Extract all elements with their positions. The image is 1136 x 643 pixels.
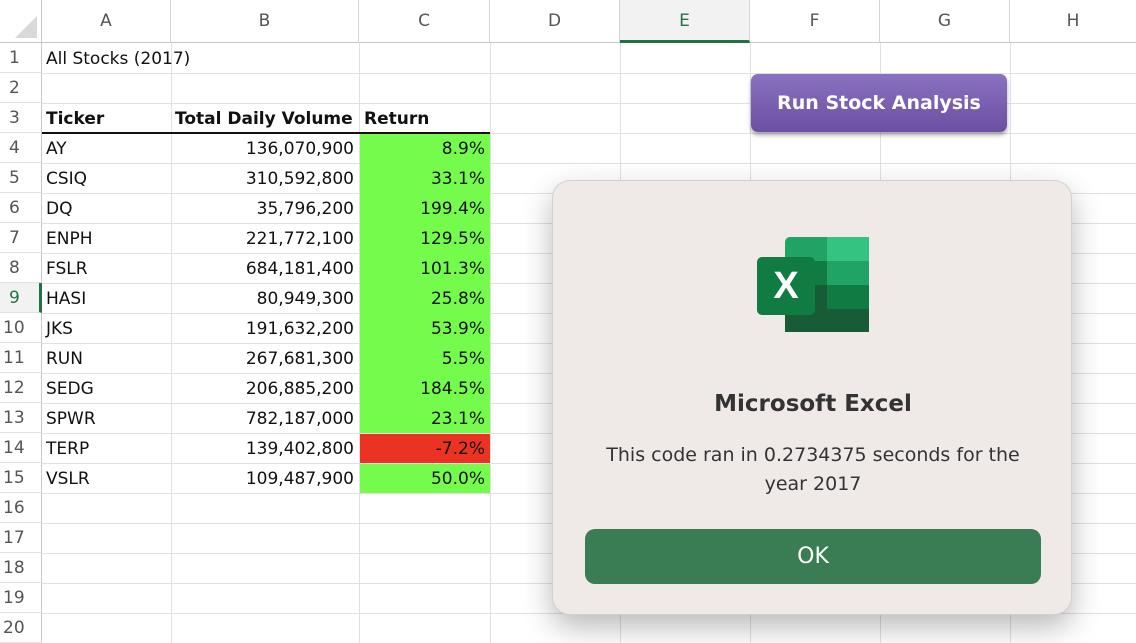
- return-cell[interactable]: 199.4%: [360, 194, 490, 224]
- header-return-cell[interactable]: Return: [360, 104, 490, 134]
- volume-cell[interactable]: 206,885,200: [171, 374, 359, 404]
- column-header-e[interactable]: E: [620, 0, 750, 43]
- return-cell[interactable]: 129.5%: [360, 224, 490, 254]
- return-cell[interactable]: 5.5%: [360, 344, 490, 374]
- return-cell[interactable]: 53.9%: [360, 314, 490, 344]
- select-all-corner[interactable]: [0, 0, 42, 43]
- header-volume-cell[interactable]: Total Daily Volume: [171, 104, 359, 134]
- row-header[interactable]: 1: [0, 43, 42, 73]
- run-stock-analysis-button[interactable]: Run Stock Analysis: [751, 74, 1007, 132]
- row-header[interactable]: 13: [0, 403, 42, 433]
- volume-cell[interactable]: 109,487,900: [171, 464, 359, 494]
- row-header[interactable]: 3: [0, 103, 42, 133]
- dialog-title: Microsoft Excel: [714, 391, 912, 417]
- column-header-b[interactable]: B: [171, 0, 359, 43]
- row-header[interactable]: 12: [0, 373, 42, 403]
- return-cell[interactable]: 184.5%: [360, 374, 490, 404]
- row-header[interactable]: 20: [0, 613, 42, 643]
- ticker-cell[interactable]: TERP: [42, 434, 171, 464]
- ok-button[interactable]: OK: [585, 529, 1041, 584]
- ticker-cell[interactable]: DQ: [42, 194, 171, 224]
- column-header-g[interactable]: G: [880, 0, 1010, 43]
- sheet-title-cell[interactable]: All Stocks (2017): [42, 44, 342, 74]
- row-header[interactable]: 15: [0, 463, 42, 493]
- column-header-d[interactable]: D: [490, 0, 620, 43]
- row-header[interactable]: 6: [0, 193, 42, 223]
- row-header[interactable]: 8: [0, 253, 42, 283]
- volume-cell[interactable]: 139,402,800: [171, 434, 359, 464]
- row-header[interactable]: 2: [0, 73, 42, 103]
- row-header[interactable]: 16: [0, 493, 42, 523]
- row-header[interactable]: 11: [0, 343, 42, 373]
- ticker-cell[interactable]: HASI: [42, 284, 171, 314]
- ticker-cell[interactable]: AY: [42, 134, 171, 164]
- dialog-message: This code ran in 0.2734375 seconds for t…: [606, 444, 1020, 495]
- volume-cell[interactable]: 80,949,300: [171, 284, 359, 314]
- excel-app-icon: X: [757, 237, 869, 332]
- alert-dialog: X Microsoft Excel This code ran in 0.273…: [552, 180, 1072, 615]
- volume-cell[interactable]: 35,796,200: [171, 194, 359, 224]
- return-cell[interactable]: 101.3%: [360, 254, 490, 284]
- ticker-cell[interactable]: JKS: [42, 314, 171, 344]
- spreadsheet-grid[interactable]: A B C D E F G H 1 2 3 4 5 6 7 8 9 10 11 …: [0, 0, 1136, 643]
- ticker-cell[interactable]: SPWR: [42, 404, 171, 434]
- return-cell[interactable]: 8.9%: [360, 134, 490, 164]
- ticker-cell[interactable]: VSLR: [42, 464, 171, 494]
- volume-cell[interactable]: 310,592,800: [171, 164, 359, 194]
- row-header[interactable]: 5: [0, 163, 42, 193]
- svg-text:X: X: [773, 265, 799, 307]
- row-header[interactable]: 18: [0, 553, 42, 583]
- volume-cell[interactable]: 136,070,900: [171, 134, 359, 164]
- volume-cell[interactable]: 191,632,200: [171, 314, 359, 344]
- volume-cell[interactable]: 684,181,400: [171, 254, 359, 284]
- return-cell[interactable]: 33.1%: [360, 164, 490, 194]
- volume-cell[interactable]: 221,772,100: [171, 224, 359, 254]
- row-header[interactable]: 9: [0, 283, 42, 313]
- row-header[interactable]: 7: [0, 223, 42, 253]
- column-header-f[interactable]: F: [750, 0, 880, 43]
- row-header[interactable]: 19: [0, 583, 42, 613]
- return-cell[interactable]: 25.8%: [360, 284, 490, 314]
- row-header[interactable]: 17: [0, 523, 42, 553]
- return-cell[interactable]: -7.2%: [360, 434, 490, 464]
- return-cell[interactable]: 50.0%: [360, 464, 490, 494]
- return-cell[interactable]: 23.1%: [360, 404, 490, 434]
- header-ticker-cell[interactable]: Ticker: [42, 104, 171, 134]
- column-header-a[interactable]: A: [42, 0, 171, 43]
- ticker-cell[interactable]: ENPH: [42, 224, 171, 254]
- column-header-h[interactable]: H: [1010, 0, 1136, 43]
- ticker-cell[interactable]: FSLR: [42, 254, 171, 284]
- select-all-triangle-icon: [15, 16, 37, 38]
- ticker-cell[interactable]: CSIQ: [42, 164, 171, 194]
- ticker-cell[interactable]: RUN: [42, 344, 171, 374]
- row-header[interactable]: 4: [0, 133, 42, 163]
- ticker-cell[interactable]: SEDG: [42, 374, 171, 404]
- volume-cell[interactable]: 782,187,000: [171, 404, 359, 434]
- row-header[interactable]: 14: [0, 433, 42, 463]
- row-header[interactable]: 10: [0, 313, 42, 343]
- volume-cell[interactable]: 267,681,300: [171, 344, 359, 374]
- column-header-c[interactable]: C: [359, 0, 490, 43]
